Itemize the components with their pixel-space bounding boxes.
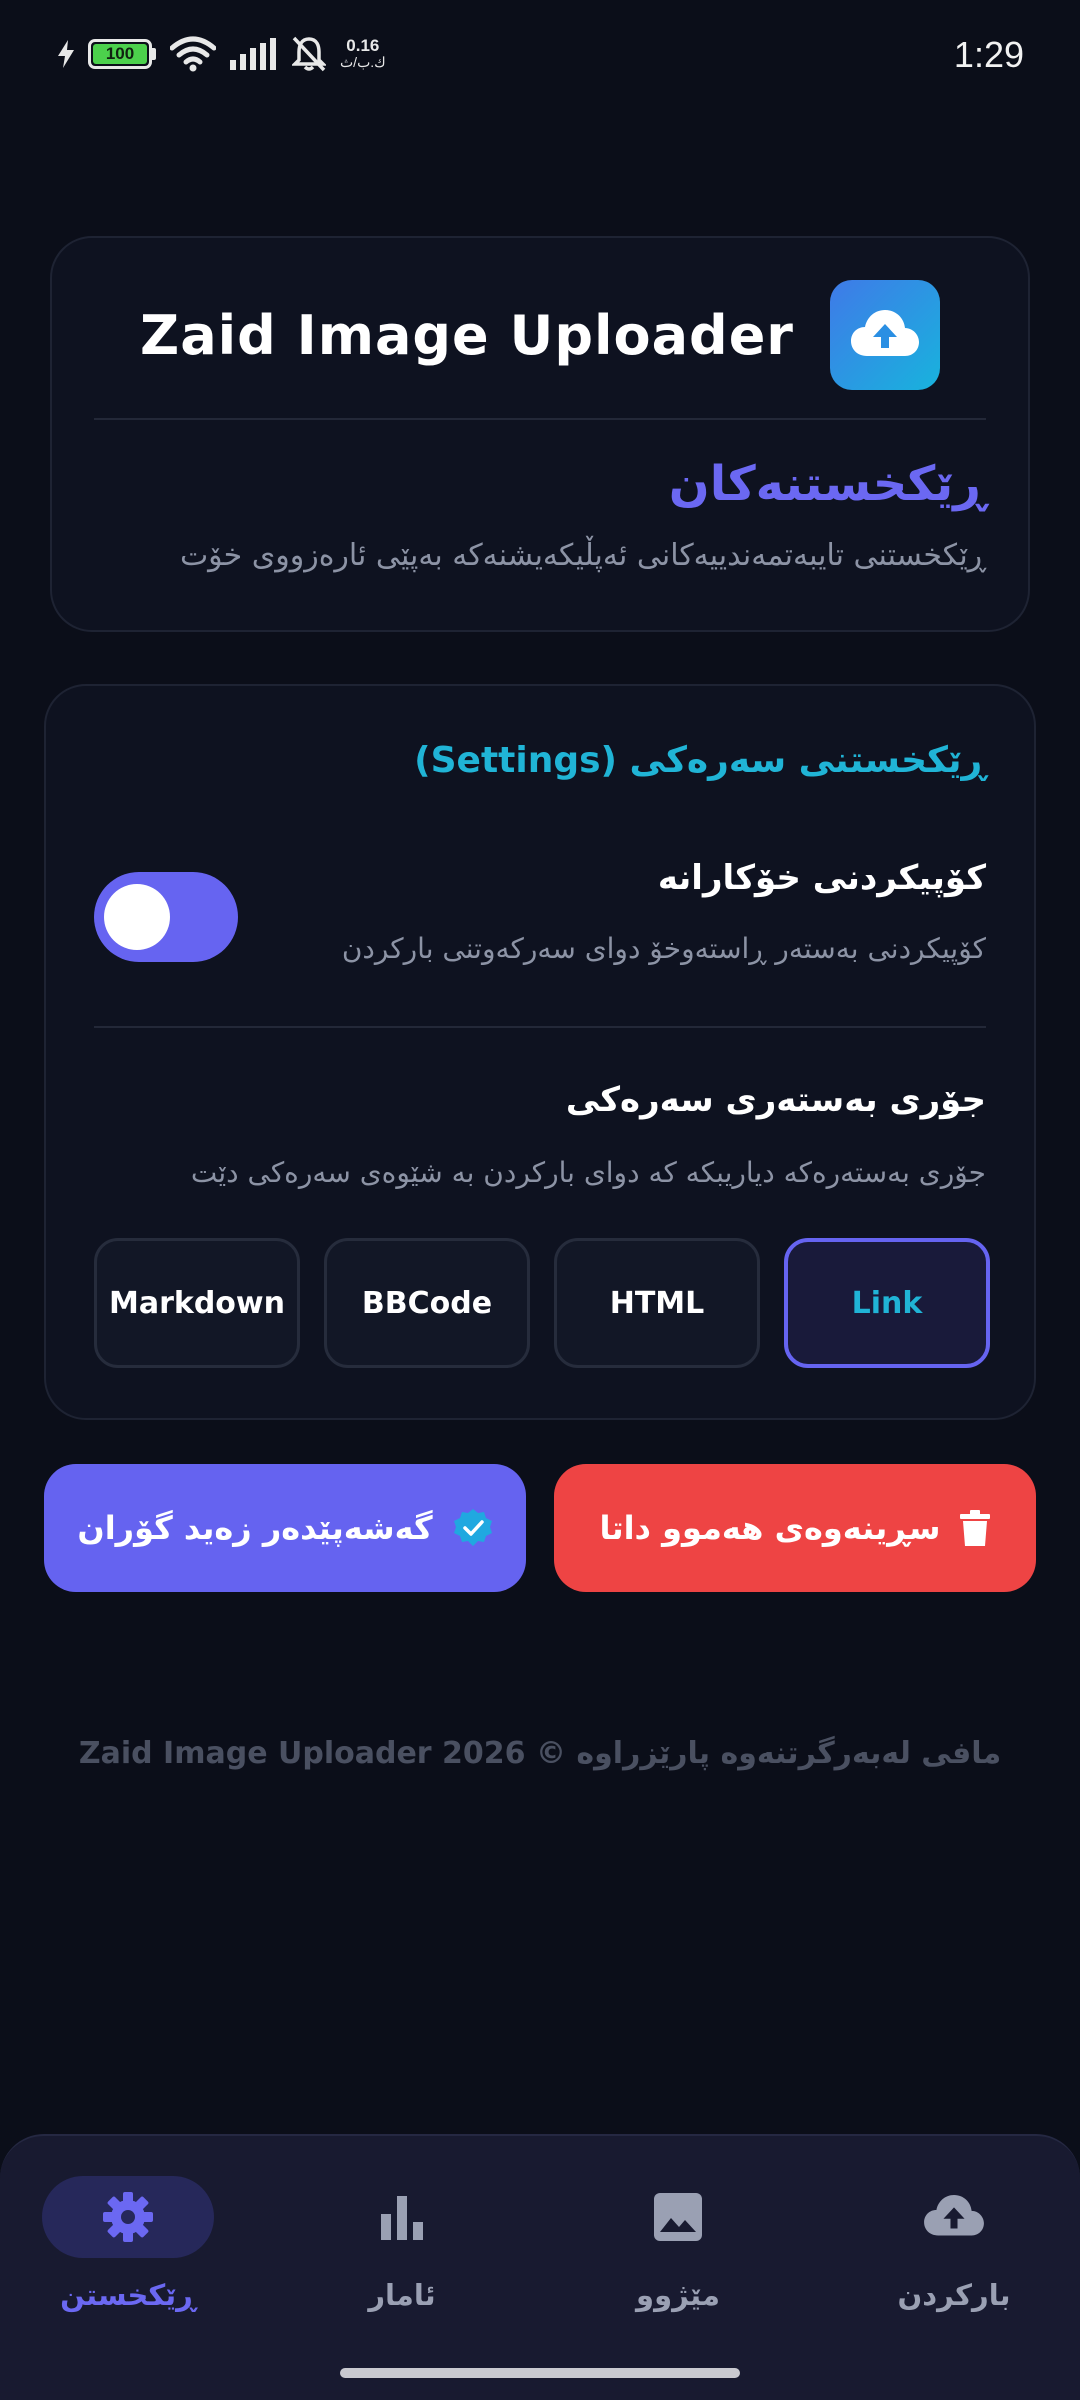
bar-chart-icon [381,2196,423,2240]
nav-label-settings: ڕێکخستن [60,2278,196,2312]
status-time: 1:29 [953,34,1024,75]
nav-label-stats: ئامار [368,2278,436,2312]
app-title: Zaid Image Uploader [140,303,794,367]
nav-item-history[interactable]: مێژوو [578,2176,778,2312]
copyright-footer: Zaid Image Uploader 2026 © مافی لەبەرگرت… [78,1736,1002,1771]
bottom-navigation: ڕێکخستن ئامار مێژوو بارکردن [0,2134,1080,2400]
home-indicator[interactable] [340,2368,740,2378]
settings-card: ڕێکخستنی سەرەکی (Settings) کۆپیکردنی خۆک… [44,684,1036,1420]
delete-all-data-button[interactable]: سڕینەوەی هەموو داتا [554,1464,1036,1592]
header-divider [94,418,986,420]
battery-icon: 100 [88,39,156,69]
format-markdown-button[interactable]: Markdown [94,1238,300,1368]
battery-level: 100 [93,44,147,64]
app-logo [829,280,940,390]
link-type-description: جۆری بەستەرەکە دیاریبکە کە دوای بارکردن … [190,1156,986,1189]
settings-section-title: ڕێکخستنی سەرەکی (Settings) [414,740,986,781]
cloud-upload-icon [850,310,919,356]
nav-label-upload: بارکردن [897,2278,1011,2312]
app-title-row: Zaid Image Uploader [52,280,1028,390]
cloud-upload-icon [924,2195,984,2236]
header-card: Zaid Image Uploader ڕێکخستنەکان ڕێکخستنی… [50,236,1030,632]
nav-item-upload[interactable]: بارکردن [854,2176,1054,2312]
settings-divider [94,1026,986,1028]
nav-item-stats[interactable]: ئامار [302,2176,502,2312]
format-link-button[interactable]: Link [784,1238,990,1368]
delete-all-label: سڕینەوەی هەموو داتا [599,1509,941,1547]
status-bar: 100 0.16 ك.ب/ث 1:29 [0,0,1080,120]
trash-icon [960,1510,991,1546]
network-speed: 0.16 ك.ب/ث [340,36,386,70]
page-subtitle: ڕێکخستنی تایبەتمەندییەکانی ئەپڵیکەیشنەکە… [179,538,986,573]
nav-label-history: مێژوو [636,2278,720,2312]
link-format-options: Markdown BBCode HTML Link [94,1238,990,1368]
charging-icon [58,40,74,68]
bell-off-icon [292,36,326,72]
page-title: ڕێکخستنەکان [668,456,986,512]
auto-copy-title: کۆپیکردنی خۆکارانە [657,858,986,898]
toggle-knob [104,884,170,950]
format-bbcode-button[interactable]: BBCode [324,1238,530,1368]
developer-channel-label: گەشەپێدەر زەید گۆران [77,1509,433,1547]
nav-item-settings[interactable]: ڕێکخستن [28,2176,228,2312]
gear-icon [103,2192,153,2242]
signal-icon [230,38,276,70]
auto-copy-description: کۆپیکردنی بەستەر ڕاستەوخۆ دوای سەرکەوتنی… [341,932,986,965]
auto-copy-toggle[interactable] [94,872,238,962]
wifi-icon [170,36,216,72]
format-html-button[interactable]: HTML [554,1238,760,1368]
verified-badge-icon [453,1509,492,1546]
status-icons: 100 0.16 ك.ب/ث [58,36,386,72]
image-icon [654,2193,702,2241]
link-type-title: جۆری بەستەری سەرەکی [565,1080,986,1120]
developer-channel-button[interactable]: گەشەپێدەر زەید گۆران [44,1464,526,1592]
